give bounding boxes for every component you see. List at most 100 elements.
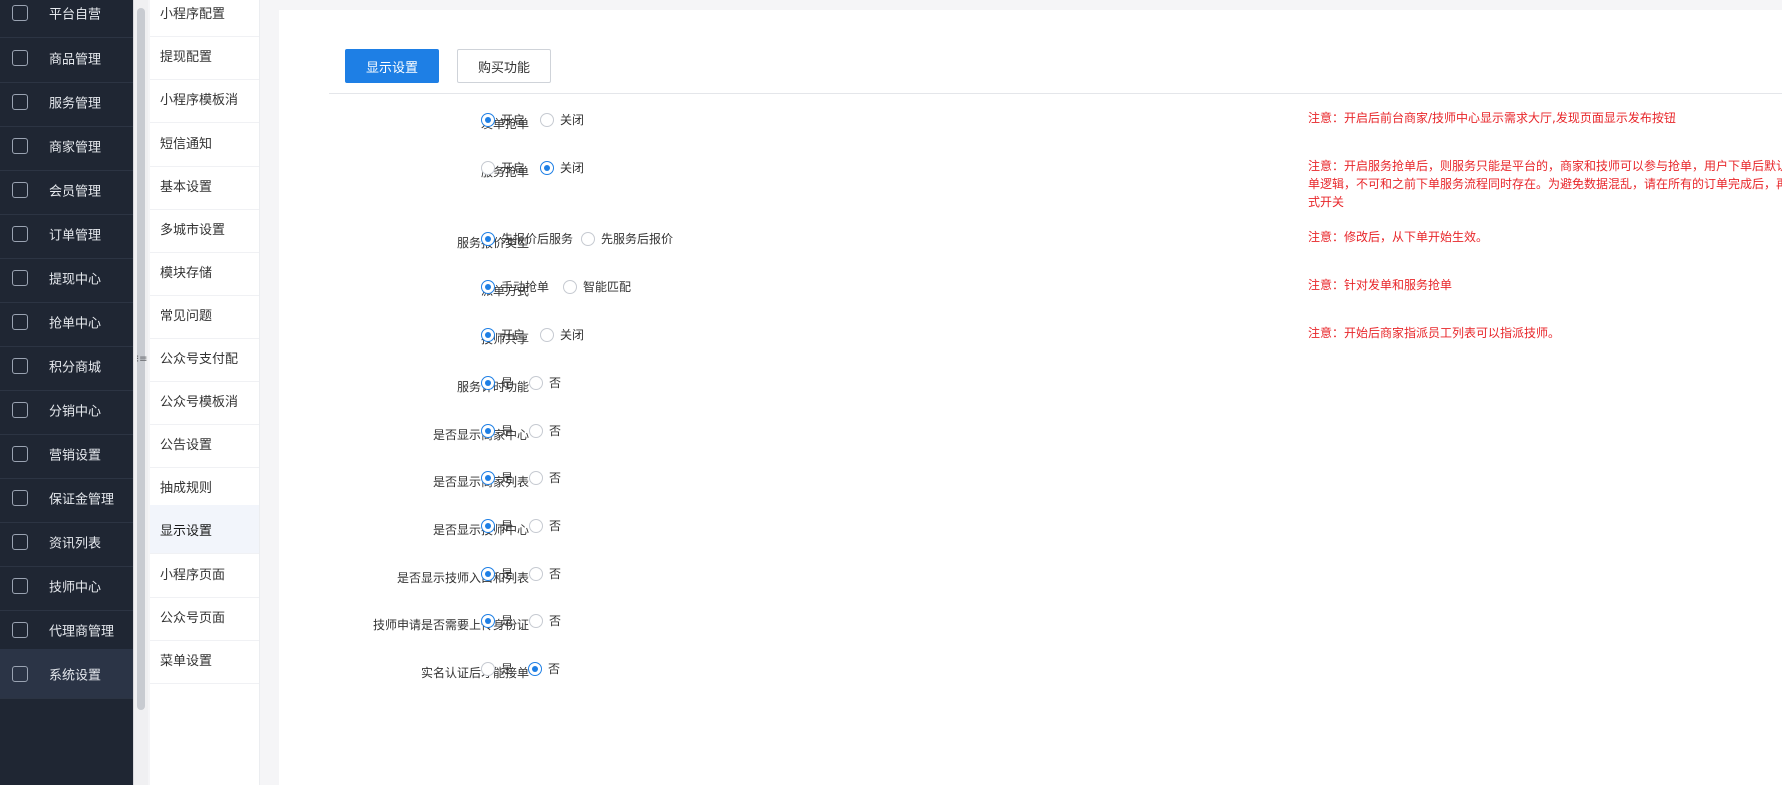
nav-item[interactable]: 系统设置: [0, 649, 133, 699]
radio-circle-icon[interactable]: [529, 375, 543, 390]
nav-item[interactable]: 代理商管理: [0, 605, 133, 655]
radio-option[interactable]: 否: [529, 422, 561, 439]
nav-item[interactable]: 服务管理: [0, 77, 133, 127]
radio-circle-icon[interactable]: [540, 327, 554, 342]
submenu-item[interactable]: 基本设置: [150, 161, 259, 210]
radio-circle-icon[interactable]: [529, 613, 543, 628]
radio-circle-icon[interactable]: [481, 661, 495, 676]
radio-circle-icon[interactable]: [481, 423, 495, 438]
radio-circle-icon[interactable]: [529, 423, 543, 438]
radio-label: 是: [501, 662, 514, 676]
nav-item[interactable]: 商品管理: [0, 33, 133, 83]
radio-label: 否: [549, 519, 562, 533]
submenu-item[interactable]: 公众号支付配: [150, 333, 259, 382]
radio-circle-icon[interactable]: [481, 112, 495, 127]
clipboard-icon: [12, 225, 28, 242]
radio-option[interactable]: 是: [481, 469, 513, 486]
nav-item[interactable]: 技师中心: [0, 561, 133, 611]
nav-scrollbar[interactable]: [133, 0, 148, 785]
setting-note: 注意：开始后商家指派员工列表可以指派技师。: [1308, 324, 1782, 342]
submenu-item[interactable]: 短信通知: [150, 118, 259, 167]
nav-item[interactable]: 商家管理: [0, 121, 133, 171]
radio-circle-icon[interactable]: [529, 518, 543, 533]
radio-label: 手动抢单: [501, 280, 550, 294]
radio-option[interactable]: 关闭: [540, 159, 584, 176]
radio-option[interactable]: 是: [481, 565, 513, 582]
radio-option[interactable]: 否: [528, 660, 560, 677]
submenu-item[interactable]: 抽成规则: [150, 462, 259, 511]
radio-circle-icon[interactable]: [481, 566, 495, 581]
tab-bar: 显示设置 购买功能: [345, 49, 552, 83]
tab-display-settings[interactable]: 显示设置: [345, 49, 440, 83]
nav-item[interactable]: 营销设置: [0, 429, 133, 479]
submenu-item[interactable]: 多城市设置: [150, 204, 259, 253]
submenu-item[interactable]: 常见问题: [150, 290, 259, 339]
nav-item[interactable]: 资讯列表: [0, 517, 133, 567]
nav-item-label: 分销中心: [49, 404, 102, 419]
radio-option[interactable]: 开启: [481, 159, 525, 176]
radio-circle-icon[interactable]: [563, 279, 577, 294]
radio-option[interactable]: 是: [481, 374, 513, 391]
radio-option[interactable]: 否: [529, 565, 561, 582]
radio-circle-icon[interactable]: [529, 470, 543, 485]
nav-item[interactable]: 分销中心: [0, 385, 133, 435]
radio-option[interactable]: 是: [481, 612, 513, 629]
radio-circle-icon[interactable]: [528, 661, 542, 676]
submenu-item[interactable]: 提现配置: [150, 31, 259, 80]
submenu-item[interactable]: 公众号模板消: [150, 376, 259, 425]
radio-option[interactable]: 关闭: [540, 111, 584, 128]
radio-circle-icon[interactable]: [481, 470, 495, 485]
submenu-item[interactable]: 公众号页面: [150, 592, 259, 641]
radio-label: 开启: [501, 328, 526, 342]
submenu-item[interactable]: 模块存储: [150, 247, 259, 296]
radio-option[interactable]: 关闭: [540, 326, 584, 343]
nav-item[interactable]: 会员管理: [0, 165, 133, 215]
submenu-item[interactable]: 小程序页面: [150, 549, 259, 598]
radio-circle-icon[interactable]: [481, 613, 495, 628]
nav-item[interactable]: 订单管理: [0, 209, 133, 259]
nav-item-label: 会员管理: [49, 184, 102, 199]
submenu-item[interactable]: 菜单设置: [150, 635, 259, 684]
nav-item[interactable]: 保证金管理: [0, 473, 133, 523]
submenu-item[interactable]: 显示设置: [150, 505, 259, 554]
radio-circle-icon[interactable]: [481, 279, 495, 294]
radio-option[interactable]: 手动抢单: [481, 278, 549, 295]
radio-circle-icon[interactable]: [481, 160, 495, 175]
radio-option[interactable]: 智能匹配: [563, 278, 631, 295]
submenu-item[interactable]: 小程序模板消: [150, 74, 259, 123]
shield-icon: [12, 621, 28, 638]
radio-option[interactable]: 先服务后报价: [581, 230, 673, 247]
radio-option[interactable]: 是: [481, 660, 513, 677]
radio-option[interactable]: 否: [529, 469, 561, 486]
radio-circle-icon[interactable]: [481, 375, 495, 390]
nav-item-label: 代理商管理: [49, 624, 115, 639]
toolbox-icon: [12, 445, 28, 462]
radio-circle-icon[interactable]: [481, 231, 495, 246]
radio-option[interactable]: 是: [481, 517, 513, 534]
radio-option[interactable]: 是: [481, 422, 513, 439]
radio-label: 否: [549, 424, 562, 438]
nav-item[interactable]: 提现中心: [0, 253, 133, 303]
submenu-item[interactable]: 公告设置: [150, 419, 259, 468]
radio-circle-icon[interactable]: [481, 518, 495, 533]
radio-option[interactable]: 开启: [481, 111, 525, 128]
nav-item-label: 平台自营: [49, 7, 102, 22]
radio-option[interactable]: 否: [529, 517, 561, 534]
radio-option[interactable]: 否: [529, 612, 561, 629]
radio-circle-icon[interactable]: [540, 160, 554, 175]
radio-label: 先服务后报价: [601, 232, 674, 246]
radio-circle-icon[interactable]: [540, 112, 554, 127]
radio-circle-icon[interactable]: [581, 231, 595, 246]
nav-item[interactable]: 抢单中心: [0, 297, 133, 347]
note-line: 注意：针对发单和服务抢单: [1308, 278, 1453, 292]
collapse-handle-icon[interactable]: ⁝≡: [136, 354, 148, 365]
money-bag-icon: [12, 269, 28, 286]
shield-icon: [12, 577, 28, 594]
radio-option[interactable]: 先报价后服务: [481, 230, 573, 247]
radio-circle-icon[interactable]: [529, 566, 543, 581]
tab-buy-features[interactable]: 购买功能: [457, 49, 552, 83]
nav-item[interactable]: 积分商城: [0, 341, 133, 391]
radio-option[interactable]: 否: [529, 374, 561, 391]
radio-option[interactable]: 开启: [481, 326, 525, 343]
radio-circle-icon[interactable]: [481, 327, 495, 342]
